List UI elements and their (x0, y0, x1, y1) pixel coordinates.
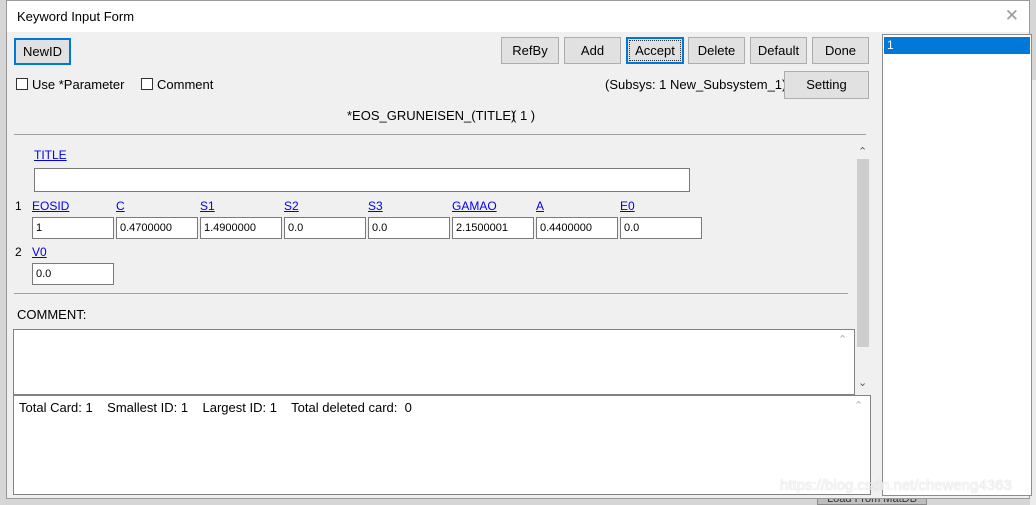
status-area: Total Card: 1 Smallest ID: 1 Largest ID:… (13, 395, 871, 495)
eosid-input[interactable]: 1 (32, 217, 114, 239)
form-divider (14, 293, 848, 294)
accept-button[interactable]: Accept (626, 37, 684, 64)
id-list[interactable]: 1 (882, 34, 1032, 496)
scrollbar-thumb[interactable] (857, 159, 869, 347)
s2-input[interactable]: 0.0 (284, 217, 366, 239)
refby-button[interactable]: RefBy (501, 37, 559, 64)
s2-label[interactable]: S2 (284, 199, 299, 213)
window-title: Keyword Input Form (17, 9, 135, 24)
card-2-index: 2 (15, 245, 22, 259)
header-divider (14, 134, 866, 135)
scroll-up-arrow-icon[interactable]: ⌃ (858, 146, 867, 158)
comment-label: COMMENT: (17, 307, 87, 322)
eosid-label[interactable]: EOSID (32, 199, 69, 213)
watermark: https://blog.csdn.net/cheweng4363 (780, 477, 1012, 494)
keyword-heading: *EOS_GRUNEISEN_(TITLE) (347, 108, 516, 123)
form-scrollbar[interactable]: ⌃ ⌄ (855, 143, 871, 393)
close-icon[interactable]: ✕ (1005, 6, 1019, 26)
newid-button[interactable]: NewID (14, 38, 71, 65)
status-text: Total Card: 1 Smallest ID: 1 Largest ID:… (19, 400, 412, 415)
s1-input[interactable]: 1.4900000 (200, 217, 282, 239)
title-input[interactable] (34, 168, 690, 192)
subsystem-label: (Subsys: 1 New_Subsystem_1) (605, 77, 787, 92)
s3-input[interactable]: 0.0 (368, 217, 450, 239)
add-button[interactable]: Add (564, 37, 621, 64)
s3-label[interactable]: S3 (368, 199, 383, 213)
id-list-item[interactable]: 1 (884, 37, 1030, 54)
keyword-count: ( 1 ) (512, 108, 536, 123)
title-bar: Keyword Input Form ✕ (7, 1, 1029, 32)
s1-label[interactable]: S1 (200, 199, 215, 213)
delete-button[interactable]: Delete (688, 37, 745, 64)
setting-button[interactable]: Setting (784, 71, 869, 99)
scroll-down-arrow-icon[interactable]: ⌄ (858, 377, 867, 389)
v0-input[interactable]: 0.0 (32, 263, 114, 285)
v0-label[interactable]: V0 (32, 245, 47, 259)
use-parameter-checkbox[interactable] (16, 78, 28, 90)
e0-input[interactable]: 0.0 (620, 217, 702, 239)
a-input[interactable]: 0.4400000 (536, 217, 618, 239)
a-label[interactable]: A (536, 199, 544, 213)
gamao-input[interactable]: 2.1500001 (452, 217, 534, 239)
card-1-index: 1 (15, 199, 22, 213)
c-label[interactable]: C (116, 199, 125, 213)
default-button[interactable]: Default (750, 37, 807, 64)
keyword-input-form-window: Keyword Input Form ✕ NewID RefBy Add Acc… (6, 0, 1032, 499)
comment-scroll-up-icon[interactable]: ⌃ (838, 334, 847, 346)
c-input[interactable]: 0.4700000 (116, 217, 198, 239)
e0-label[interactable]: E0 (620, 199, 635, 213)
comment-option-label: Comment (157, 77, 214, 92)
done-button[interactable]: Done (812, 37, 869, 64)
gamao-label[interactable]: GAMAO (452, 199, 497, 213)
status-scroll-up-icon[interactable]: ⌃ (854, 400, 863, 412)
comment-textarea[interactable]: ⌃ (13, 329, 855, 395)
title-field-label[interactable]: TITLE (34, 148, 67, 162)
use-parameter-label: Use *Parameter (32, 77, 125, 92)
comment-checkbox[interactable] (141, 78, 153, 90)
